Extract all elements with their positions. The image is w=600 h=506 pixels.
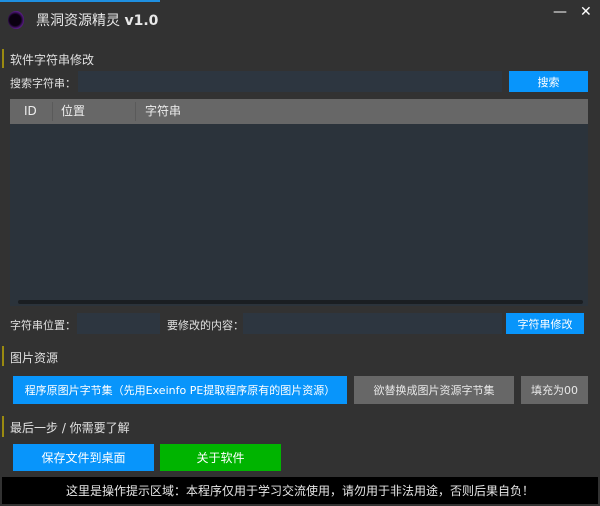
content-input[interactable] xyxy=(243,313,502,334)
title-accent-line xyxy=(0,0,160,2)
strings-table[interactable]: ID 位置 字符串 xyxy=(10,99,588,306)
search-button[interactable]: 搜索 xyxy=(509,71,588,92)
table-header: ID 位置 字符串 xyxy=(10,99,588,124)
search-input[interactable] xyxy=(78,71,502,92)
search-label: 搜索字符串： xyxy=(10,77,76,90)
modify-string-button[interactable]: 字符串修改 xyxy=(506,313,584,334)
position-input[interactable] xyxy=(77,313,160,334)
app-logo-icon xyxy=(8,11,24,29)
section-heading-final: 最后一步 / 你需要了解 xyxy=(10,421,130,435)
about-button[interactable]: 关于软件 xyxy=(160,444,281,471)
section-marker xyxy=(2,49,4,68)
column-divider xyxy=(135,102,136,121)
section-heading-strings: 软件字符串修改 xyxy=(10,53,95,67)
version-text: v1.0 xyxy=(124,13,159,29)
title-text: 黑洞资源精灵 xyxy=(36,13,120,29)
position-label: 字符串位置： xyxy=(10,319,76,332)
replace-image-bytes-button[interactable]: 欲替换成图片资源字节集 xyxy=(354,376,514,404)
content-label: 要修改的内容： xyxy=(167,319,244,332)
window-title: 黑洞资源精灵 v1.0 xyxy=(36,10,158,30)
column-header-string[interactable]: 字符串 xyxy=(145,99,181,124)
column-header-id[interactable]: ID xyxy=(24,99,37,124)
status-hint-bar: 这里是操作提示区域：本程序仅用于学习交流使用，请勿用于非法用途，否则后果自负！ xyxy=(2,477,598,504)
close-button[interactable]: ✕ xyxy=(580,4,592,20)
section-heading-images: 图片资源 xyxy=(10,351,59,365)
section-marker xyxy=(2,346,4,366)
minimize-button[interactable]: — xyxy=(553,4,567,20)
section-marker xyxy=(2,416,4,437)
column-header-position[interactable]: 位置 xyxy=(61,99,85,124)
column-divider xyxy=(52,102,53,121)
save-to-desktop-button[interactable]: 保存文件到桌面 xyxy=(13,444,154,471)
horizontal-scrollbar[interactable] xyxy=(18,300,583,304)
fill-zero-button[interactable]: 填充为00 xyxy=(521,376,588,404)
original-image-bytes-button[interactable]: 程序原图片字节集（先用Exeinfo PE提取程序原有的图片资源） xyxy=(13,376,347,404)
